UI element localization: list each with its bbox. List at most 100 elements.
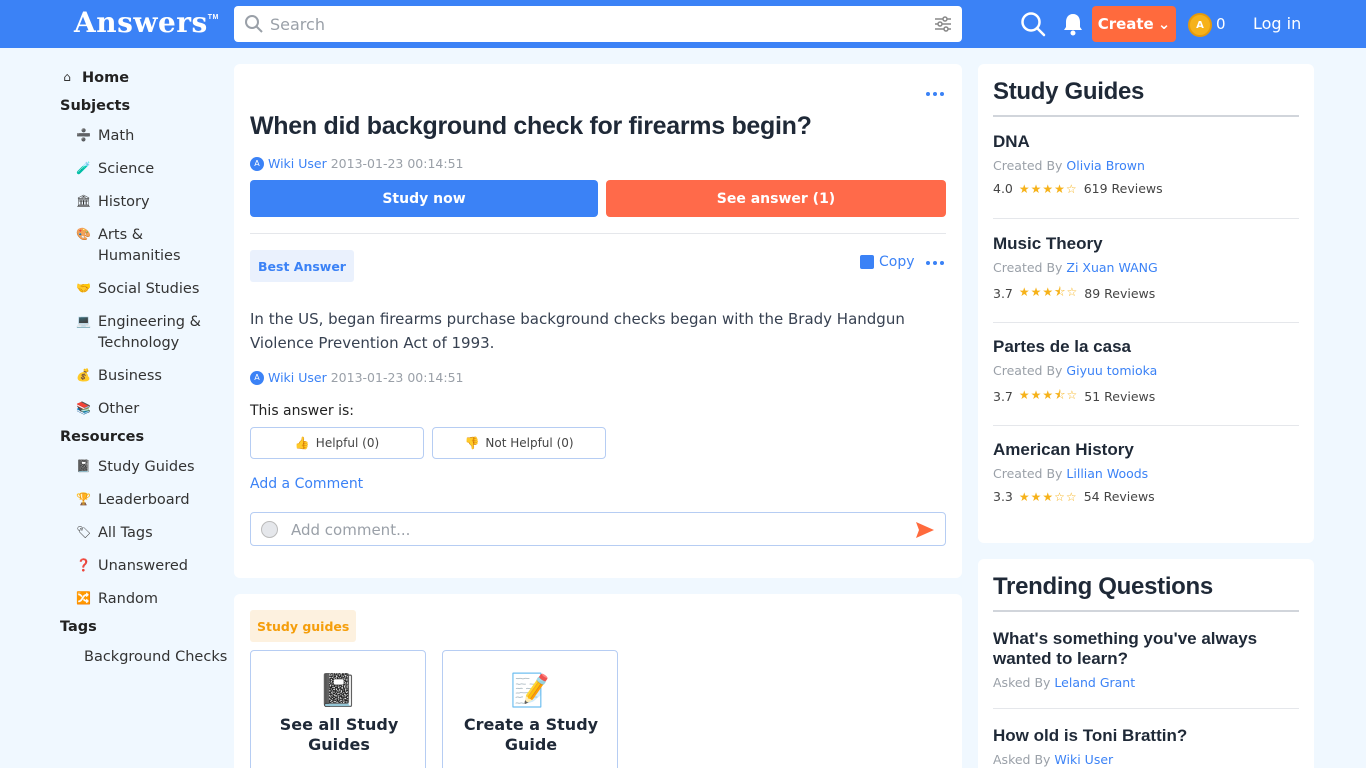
study-now-button[interactable]: Study now bbox=[250, 180, 598, 217]
answers-logo[interactable]: AnswersTM bbox=[74, 6, 219, 39]
chevron-down-icon: ⌄ bbox=[1157, 15, 1171, 33]
trending-title: Trending Questions bbox=[993, 573, 1213, 600]
not-helpful-button[interactable]: 👎 Not Helpful (0) bbox=[432, 427, 606, 459]
see-answer-button[interactable]: See answer (1) bbox=[606, 180, 946, 217]
sidebar-item-history[interactable]: 🏛 History bbox=[76, 192, 150, 213]
other-icon: 📚 bbox=[76, 401, 91, 415]
send-icon[interactable] bbox=[915, 521, 935, 539]
science-icon: 🧪 bbox=[76, 161, 91, 175]
copy-icon bbox=[860, 255, 874, 269]
see-all-study-guides-tile[interactable]: 📓 See all Study Guides bbox=[250, 650, 426, 768]
sidebar-item-random[interactable]: 🔀 Random bbox=[76, 589, 158, 610]
question-author[interactable]: Wiki User bbox=[1054, 752, 1113, 767]
coin-icon[interactable]: A bbox=[1188, 13, 1212, 37]
header-search-icon[interactable] bbox=[1020, 11, 1046, 37]
login-link[interactable]: Log in bbox=[1253, 14, 1301, 33]
question-author[interactable]: Leland Grant bbox=[1054, 675, 1135, 690]
sidebar-item-leaderboard[interactable]: 🏆 Leaderboard bbox=[76, 490, 190, 511]
divider bbox=[250, 233, 946, 234]
trophy-icon: 🏆 bbox=[76, 492, 91, 506]
sidebar-item-engineering[interactable]: 💻 Engineering & Technology bbox=[76, 312, 226, 354]
question-icon: ❓ bbox=[76, 558, 91, 572]
answer-time: 2013-01-23 00:14:51 bbox=[330, 370, 464, 385]
pencil-paper-icon: 📝 bbox=[510, 671, 550, 709]
comment-input[interactable] bbox=[291, 519, 891, 541]
trending-question-link[interactable]: How old is Toni Brattin? bbox=[993, 726, 1299, 746]
resources-heading: Resources bbox=[60, 429, 145, 445]
study-guide-author[interactable]: Olivia Brown bbox=[1066, 158, 1145, 173]
answer-author[interactable]: Wiki User bbox=[268, 370, 327, 385]
divider bbox=[993, 708, 1299, 709]
home-icon: ⌂ bbox=[63, 70, 71, 84]
sidebar-item-business[interactable]: 💰 Business bbox=[76, 366, 162, 387]
user-avatar-icon: A bbox=[250, 370, 264, 385]
study-guides-section: Study guides 📓 See all Study Guides 📝 Cr… bbox=[234, 594, 962, 768]
engineering-icon: 💻 bbox=[76, 314, 91, 328]
sidebar-item-study-guides[interactable]: 📓 Study Guides bbox=[76, 457, 195, 478]
avatar bbox=[261, 521, 278, 538]
business-icon: 💰 bbox=[76, 368, 91, 382]
study-guide-name[interactable]: Music Theory bbox=[993, 234, 1299, 254]
user-avatar-icon: A bbox=[250, 156, 264, 171]
answer-text: In the US, began firearms purchase backg… bbox=[250, 310, 905, 352]
create-study-guide-tile[interactable]: 📝 Create a Study Guide bbox=[442, 650, 618, 768]
copy-button[interactable]: Copy bbox=[860, 254, 915, 270]
study-guide-item: DNA Created By Olivia Brown 4.0 ★★★★☆ 619 … bbox=[993, 132, 1299, 219]
arts-icon: 🎨 bbox=[76, 227, 91, 241]
trending-question-link[interactable]: What's something you've always wanted to… bbox=[993, 629, 1299, 669]
study-guide-name[interactable]: Partes de la casa bbox=[993, 337, 1299, 357]
study-guide-name[interactable]: DNA bbox=[993, 132, 1299, 152]
study-guide-item: American History Created By Lillian Wood… bbox=[993, 440, 1299, 504]
star-rating-icon: ★★★★☆ bbox=[1018, 181, 1078, 196]
sidebar-item-unanswered[interactable]: ❓ Unanswered bbox=[76, 556, 188, 577]
sidebar-item-arts-humanities[interactable]: 🎨 Arts & Humanities bbox=[76, 225, 206, 267]
study-guide-item: Partes de la casa Created By Giyuu tomio… bbox=[993, 337, 1299, 426]
filter-icon[interactable] bbox=[934, 15, 952, 33]
star-rating-icon: ★★★⯪☆ bbox=[1018, 388, 1079, 402]
sidebar-item-math[interactable]: ➗ Math bbox=[76, 126, 134, 147]
tag-icon: 🏷 bbox=[76, 525, 92, 539]
trending-question-item: How old is Toni Brattin? Asked By Wiki U… bbox=[993, 726, 1299, 767]
star-rating-icon: ★★★☆☆ bbox=[1018, 489, 1078, 504]
sidebar-item-home[interactable]: ⌂ Home bbox=[60, 68, 129, 89]
study-guide-author[interactable]: Zi Xuan WANG bbox=[1066, 260, 1157, 275]
study-guides-rail: Study Guides DNA Created By Olivia Brown… bbox=[978, 64, 1314, 543]
sidebar-item-all-tags[interactable]: 🏷 All Tags bbox=[76, 523, 153, 544]
tags-heading: Tags bbox=[60, 619, 97, 635]
add-comment-link[interactable]: Add a Comment bbox=[250, 476, 363, 492]
trending-questions-rail: Trending Questions What's something you'… bbox=[978, 559, 1314, 768]
shuffle-icon: 🔀 bbox=[76, 591, 91, 605]
trending-question-item: What's something you've always wanted to… bbox=[993, 629, 1299, 690]
study-guides-badge: Study guides bbox=[250, 610, 357, 642]
question-time: 2013-01-23 00:14:51 bbox=[330, 156, 464, 171]
thumbs-up-icon: 👍 bbox=[294, 436, 310, 450]
search-icon bbox=[245, 15, 263, 33]
answer-more-icon[interactable] bbox=[926, 261, 944, 265]
sidebar-item-science[interactable]: 🧪 Science bbox=[76, 159, 154, 180]
social-studies-icon: 🤝 bbox=[76, 281, 91, 295]
study-guide-author[interactable]: Lillian Woods bbox=[1066, 466, 1148, 481]
coin-count: 0 bbox=[1216, 15, 1226, 33]
create-button[interactable]: Create ⌄ bbox=[1092, 6, 1176, 42]
sidebar-tag-background-checks[interactable]: Background Checks bbox=[84, 647, 227, 668]
study-guide-name[interactable]: American History bbox=[993, 440, 1299, 460]
best-answer-badge: Best Answer bbox=[250, 250, 354, 282]
math-icon: ➗ bbox=[76, 128, 91, 142]
question-author[interactable]: Wiki User bbox=[268, 156, 327, 171]
title-underline bbox=[993, 610, 1299, 612]
divider bbox=[993, 218, 1299, 219]
bell-icon[interactable] bbox=[1062, 12, 1084, 36]
history-icon: 🏛 bbox=[76, 194, 92, 208]
question-card: When did background check for firearms b… bbox=[234, 64, 962, 578]
comment-box bbox=[250, 512, 946, 546]
study-guide-author[interactable]: Giyuu tomioka bbox=[1066, 363, 1157, 378]
search-input[interactable] bbox=[270, 12, 930, 36]
study-guides-title: Study Guides bbox=[993, 78, 1145, 105]
sidebar-item-other[interactable]: 📚 Other bbox=[76, 399, 139, 420]
thumbs-down-icon: 👎 bbox=[464, 436, 480, 450]
divider bbox=[993, 425, 1299, 426]
search-bar bbox=[234, 6, 962, 42]
helpful-button[interactable]: 👍 Helpful (0) bbox=[250, 427, 424, 459]
question-more-icon[interactable] bbox=[926, 92, 944, 96]
sidebar-item-social-studies[interactable]: 🤝 Social Studies bbox=[76, 279, 199, 300]
